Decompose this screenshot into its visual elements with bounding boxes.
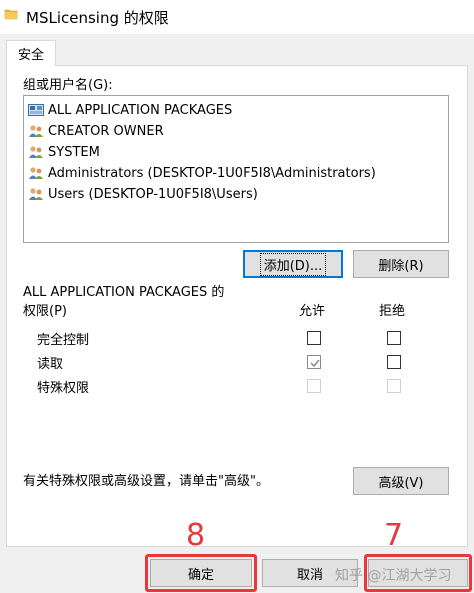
users-icon — [28, 187, 44, 201]
permission-row: 特殊权限 — [23, 375, 449, 397]
list-item[interactable]: Administrators (DESKTOP-1U0F5I8\Administ… — [28, 163, 376, 183]
tab-security-label: 安全 — [17, 48, 44, 63]
list-item-label: CREATOR OWNER — [48, 123, 164, 139]
list-item-label: Administrators (DESKTOP-1U0F5I8\Administ… — [48, 165, 376, 181]
users-icon — [28, 145, 44, 159]
watermark: 知乎 @江湖大学习 — [335, 568, 452, 584]
deny-checkbox[interactable] — [387, 355, 401, 369]
advanced-hint: 有关特殊权限或高级设置，请单击"高级"。 — [23, 474, 269, 489]
list-item-label: SYSTEM — [48, 144, 100, 160]
list-item[interactable]: Users (DESKTOP-1U0F5I8\Users) — [28, 184, 258, 204]
permission-row: 读取 — [23, 351, 449, 373]
tab-security[interactable]: 安全 — [6, 40, 56, 66]
deny-column-header: 拒绝 — [379, 304, 406, 319]
checkmark-icon — [310, 359, 320, 368]
add-button[interactable]: 添加(D)... — [243, 250, 343, 278]
permission-name: 特殊权限 — [37, 381, 90, 396]
title-bar: MSLicensing 的权限 — [0, 0, 474, 34]
annotation-number: 7 — [384, 518, 404, 553]
permissions-heading: ALL APPLICATION PACKAGES 的 — [23, 285, 225, 300]
annotation-box-ok — [145, 554, 257, 592]
users-icon — [28, 124, 44, 138]
security-panel: 组或用户名(G): ALL APPLICATION PACKAGES CREAT… — [6, 65, 468, 547]
list-item-label: Users (DESKTOP-1U0F5I8\Users) — [48, 186, 258, 202]
groups-listbox[interactable]: ALL APPLICATION PACKAGES CREATOR OWNER S… — [23, 95, 449, 243]
window-title: MSLicensing 的权限 — [26, 9, 169, 27]
folder-icon — [4, 7, 18, 21]
allow-checkbox[interactable] — [307, 331, 321, 345]
remove-button-label: 删除(R) — [378, 258, 424, 274]
list-item[interactable]: CREATOR OWNER — [28, 121, 164, 141]
allow-checkbox[interactable] — [307, 355, 321, 369]
annotation-number: 8 — [186, 518, 206, 553]
list-item[interactable]: SYSTEM — [28, 142, 100, 162]
deny-checkbox — [387, 379, 401, 393]
advanced-button[interactable]: 高级(V) — [353, 467, 449, 495]
app-packages-icon — [28, 103, 44, 117]
list-item-label: ALL APPLICATION PACKAGES — [48, 102, 233, 118]
permissions-label: 权限(P) — [23, 304, 67, 319]
users-icon — [28, 166, 44, 180]
deny-checkbox[interactable] — [387, 331, 401, 345]
permission-row: 完全控制 — [23, 327, 449, 349]
list-item[interactable]: ALL APPLICATION PACKAGES — [28, 100, 233, 120]
allow-column-header: 允许 — [299, 304, 326, 319]
remove-button[interactable]: 删除(R) — [353, 250, 449, 278]
groups-label: 组或用户名(G): — [23, 78, 113, 93]
allow-checkbox — [307, 379, 321, 393]
permission-name: 完全控制 — [37, 333, 90, 348]
cancel-button-label: 取消 — [296, 567, 323, 583]
advanced-button-label: 高级(V) — [378, 475, 424, 491]
permission-name: 读取 — [37, 357, 64, 372]
add-button-label: 添加(D)... — [259, 252, 327, 276]
